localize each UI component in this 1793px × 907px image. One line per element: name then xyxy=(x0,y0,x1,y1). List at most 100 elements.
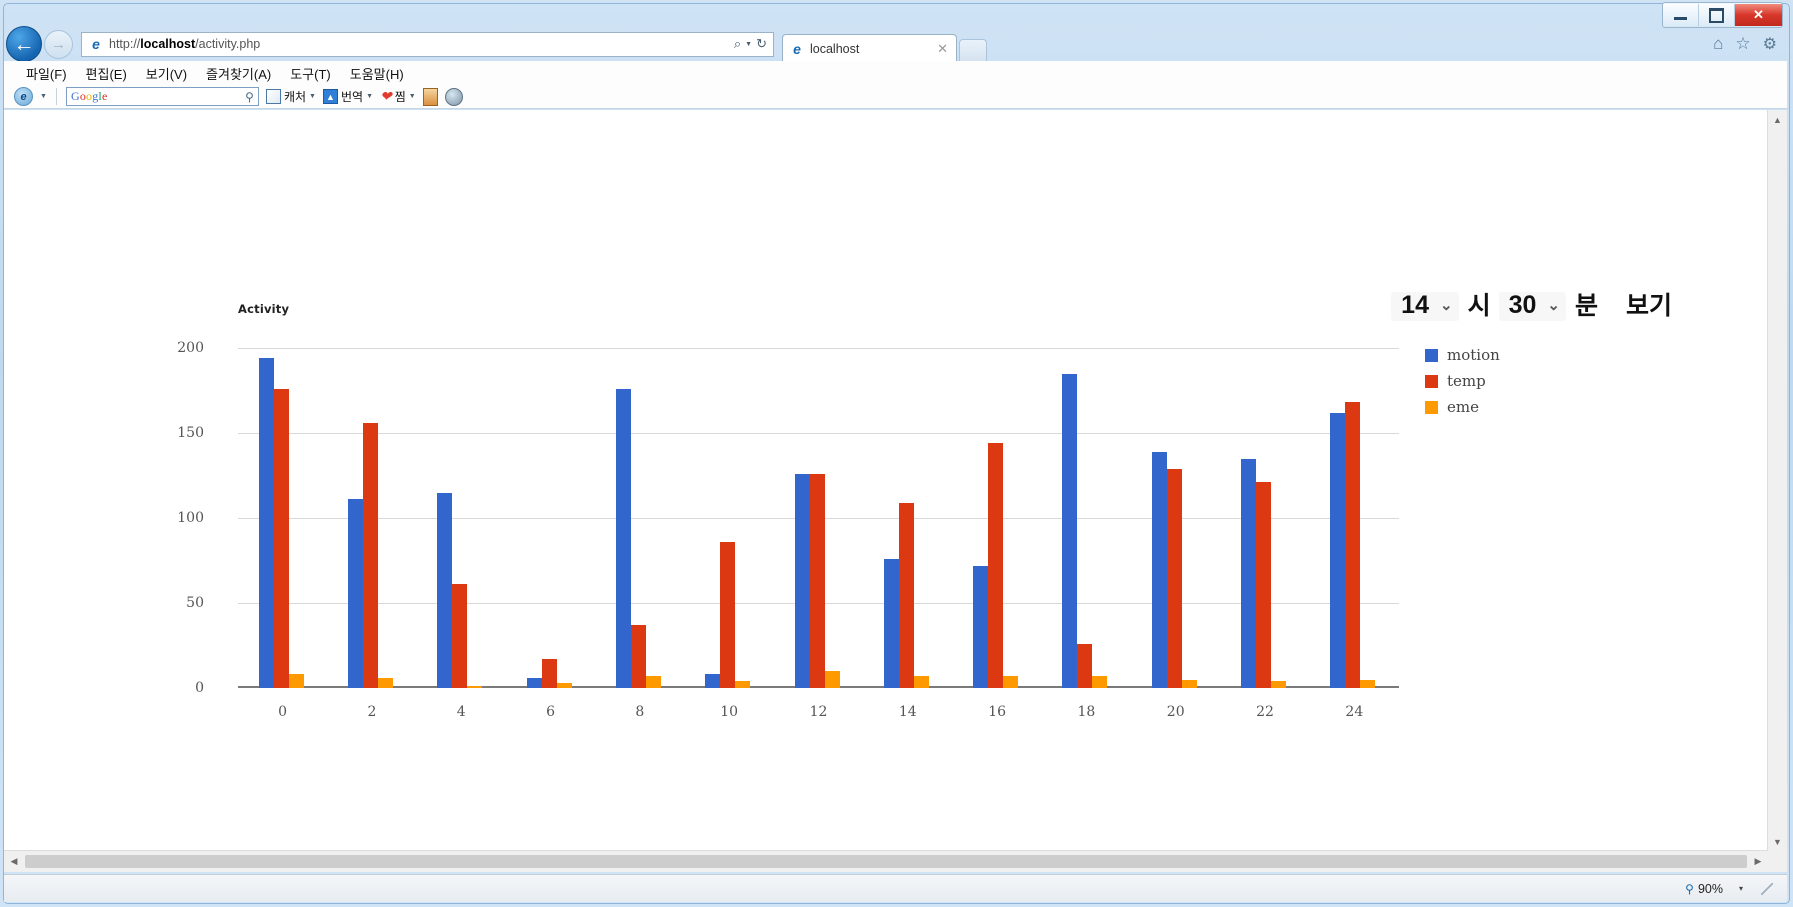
bar-eme[interactable] xyxy=(1092,676,1108,688)
bar-motion[interactable] xyxy=(1151,451,1167,688)
bar-group xyxy=(705,348,751,688)
menu-item-view[interactable]: 보기(V) xyxy=(146,64,187,83)
scroll-left-button[interactable]: ◀ xyxy=(4,852,24,872)
maximize-button[interactable] xyxy=(1699,4,1735,26)
bar-eme[interactable] xyxy=(1003,676,1019,688)
bar-temp[interactable] xyxy=(988,443,1004,688)
bar-eme[interactable] xyxy=(556,682,572,688)
legend-label: motion xyxy=(1447,346,1500,364)
chevron-down-icon[interactable]: ▼ xyxy=(309,93,316,100)
bar-temp[interactable] xyxy=(720,541,736,688)
globe-icon[interactable] xyxy=(444,87,463,106)
menu-item-edit[interactable]: 편집(E) xyxy=(86,64,127,83)
menu-item-tools[interactable]: 도구(T) xyxy=(290,64,331,83)
translate-icon: ▲ xyxy=(322,89,338,104)
tools-icon[interactable]: ⚙ xyxy=(1763,34,1777,54)
bar-temp[interactable] xyxy=(898,502,914,688)
refresh-icon[interactable]: ↻ xyxy=(756,36,767,52)
search-icon[interactable]: ⌕ xyxy=(734,36,741,52)
bar-temp[interactable] xyxy=(273,388,289,688)
zoom-chevron-icon[interactable]: ▾ xyxy=(1731,884,1743,893)
explorer-badge-chevron-icon[interactable]: ▼ xyxy=(40,93,47,100)
minute-select[interactable]: 30 ⌄ xyxy=(1498,292,1566,321)
hour-select[interactable]: 14 ⌄ xyxy=(1391,292,1459,321)
scroll-down-button[interactable]: ▼ xyxy=(1768,832,1787,851)
legend-item-eme[interactable]: eme xyxy=(1425,394,1500,420)
close-button[interactable]: ✕ xyxy=(1735,4,1782,26)
bar-motion[interactable] xyxy=(1330,412,1346,688)
scroll-right-button[interactable]: ▶ xyxy=(1748,852,1768,872)
home-icon[interactable]: ⌂ xyxy=(1713,34,1723,54)
chevron-down-icon[interactable]: ▼ xyxy=(745,41,752,48)
notebook-icon[interactable] xyxy=(422,87,438,106)
chevron-down-icon[interactable]: ▼ xyxy=(366,93,373,100)
resize-grip[interactable] xyxy=(1761,882,1773,895)
menu-item-file[interactable]: 파일(F) xyxy=(26,64,67,83)
forward-button[interactable]: → xyxy=(44,29,73,59)
legend-item-temp[interactable]: temp xyxy=(1425,368,1500,394)
bar-temp[interactable] xyxy=(630,625,646,688)
minimize-button[interactable] xyxy=(1663,4,1699,26)
bar-motion[interactable] xyxy=(973,565,989,688)
bar-eme[interactable] xyxy=(645,676,661,688)
bar-motion[interactable] xyxy=(437,492,453,688)
bar-eme[interactable] xyxy=(1181,679,1197,688)
bar-motion[interactable] xyxy=(883,558,899,688)
tab-localhost[interactable]: e localhost ✕ xyxy=(782,34,957,62)
chart-legend: motion temp eme xyxy=(1425,342,1500,420)
address-bar-url: http://localhost/activity.php xyxy=(109,37,261,51)
toolbar-favorite-button[interactable]: ❤ 찜 ▼ xyxy=(380,88,416,105)
bar-motion[interactable] xyxy=(526,677,542,688)
new-tab-button[interactable] xyxy=(959,39,987,62)
bar-eme[interactable] xyxy=(377,677,393,688)
x-axis-tick-label: 8 xyxy=(635,704,645,720)
horizontal-scroll-thumb[interactable] xyxy=(25,855,1747,868)
bar-group xyxy=(615,348,661,688)
menu-item-help[interactable]: 도움말(H) xyxy=(350,64,404,83)
bar-eme[interactable] xyxy=(288,674,304,688)
bar-eme[interactable] xyxy=(467,686,483,688)
tab-close-icon[interactable]: ✕ xyxy=(929,41,956,57)
bar-eme[interactable] xyxy=(1271,681,1287,688)
google-search-input[interactable]: Google ⚲ xyxy=(65,87,259,106)
address-bar[interactable]: e http://localhost/activity.php ⌕ ▼ ↻ xyxy=(81,31,774,57)
chevron-down-icon[interactable]: ▼ xyxy=(409,93,416,100)
bar-motion[interactable] xyxy=(258,358,274,688)
horizontal-scrollbar[interactable]: ◀ ▶ xyxy=(4,850,1768,872)
legend-item-motion[interactable]: motion xyxy=(1425,342,1500,368)
y-axis-tick-label: 0 xyxy=(195,680,204,696)
bar-motion[interactable] xyxy=(1062,373,1078,688)
back-button[interactable]: ← xyxy=(6,26,42,62)
bar-temp[interactable] xyxy=(362,422,378,688)
view-button[interactable]: 보기 xyxy=(1606,294,1672,319)
web-page: 14 ⌄ 시 30 ⌄ 분 보기 Activity 0 50 100 150 200 0 2… xyxy=(4,110,1768,851)
toolbar-translate-button[interactable]: ▲ 번역 ▼ xyxy=(322,88,373,105)
bar-temp[interactable] xyxy=(1256,482,1272,688)
bar-motion[interactable] xyxy=(794,473,810,688)
bar-eme[interactable] xyxy=(913,676,929,688)
zoom-indicator[interactable]: ⚲ 90% xyxy=(1685,882,1723,896)
bar-temp[interactable] xyxy=(1345,402,1361,688)
bar-eme[interactable] xyxy=(1360,679,1376,688)
favorites-icon[interactable]: ☆ xyxy=(1735,34,1750,54)
bar-motion[interactable] xyxy=(1241,458,1257,688)
zoom-magnifier-icon: ⚲ xyxy=(1685,881,1694,896)
search-icon[interactable]: ⚲ xyxy=(245,90,254,104)
menu-item-favorites[interactable]: 즐겨찾기(A) xyxy=(206,64,271,83)
bar-eme[interactable] xyxy=(735,681,751,688)
bar-temp[interactable] xyxy=(1166,468,1182,688)
browser-viewport: 14 ⌄ 시 30 ⌄ 분 보기 Activity 0 50 100 150 200 0 2… xyxy=(4,110,1787,872)
bar-temp[interactable] xyxy=(1077,643,1093,688)
bar-eme[interactable] xyxy=(824,671,840,688)
capture-icon xyxy=(265,89,281,104)
bar-motion[interactable] xyxy=(615,388,631,688)
vertical-scrollbar[interactable]: ▲ ▼ xyxy=(1767,110,1787,851)
toolbar-capture-button[interactable]: 캐처 ▼ xyxy=(265,88,316,105)
bar-motion[interactable] xyxy=(705,674,721,688)
bar-temp[interactable] xyxy=(809,473,825,688)
scroll-up-button[interactable]: ▲ xyxy=(1768,110,1787,129)
bar-motion[interactable] xyxy=(347,499,363,688)
explorer-badge-icon[interactable]: e xyxy=(14,87,33,106)
bar-temp[interactable] xyxy=(452,584,468,688)
bar-temp[interactable] xyxy=(541,659,557,688)
